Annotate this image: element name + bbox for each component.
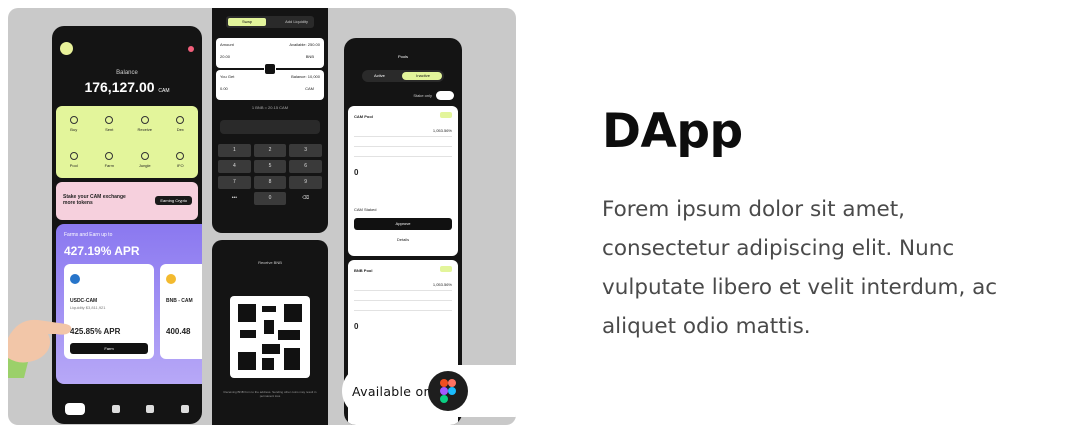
to-balance: Balance: 10,000 xyxy=(291,74,320,79)
action-ifo: IFO xyxy=(163,142,199,178)
farm-icon xyxy=(105,152,114,160)
card-title: DApp xyxy=(602,104,743,159)
dapp-card[interactable]: Balance 176,127.00 CAM Buy Sent Receive … xyxy=(0,0,1065,433)
buy-icon xyxy=(69,116,78,124)
key: 4 xyxy=(218,160,251,173)
available-on-label: Available on xyxy=(352,384,432,399)
from-label: Amount xyxy=(220,42,234,47)
dex-icon xyxy=(176,116,185,124)
from-value: 20.00 xyxy=(220,54,231,59)
receive-phone-mockup: Receive BNB Receiving BNB from to the ad… xyxy=(212,240,328,425)
stake-text: Stake your CAM exchange more tokens xyxy=(63,194,126,206)
swap-tabs: Swap Add Liquidity xyxy=(226,16,314,28)
preview-image: Balance 176,127.00 CAM Buy Sent Receive … xyxy=(8,8,516,425)
bnb-coin-icon xyxy=(166,274,176,284)
key: 1 xyxy=(218,144,251,157)
action-jungle: Jungle xyxy=(127,142,163,178)
balance-label: Balance xyxy=(116,70,138,76)
receive-icon xyxy=(140,116,149,124)
pool-badge xyxy=(440,266,452,272)
receive-note: Receiving BNB from to the address. Sendi… xyxy=(223,390,317,398)
pointing-hand-illustration xyxy=(8,319,72,378)
farm-apr: 427.19% APR xyxy=(64,244,140,258)
to-label: You Get xyxy=(220,74,235,79)
key: 2 xyxy=(253,144,287,157)
stake-banner: Stake your CAM exchange more tokens Earn… xyxy=(56,182,198,220)
from-available: Available: 250.00 xyxy=(289,42,320,47)
action-grid: Buy Sent Receive Dex Pool Farm Jungle IF… xyxy=(56,106,198,178)
pool-name: CAM Pool xyxy=(354,114,373,119)
key: 5 xyxy=(253,160,287,173)
key: ⌫ xyxy=(302,195,310,201)
number-pad: 1 2 3 4 5 6 7 8 9 ••• 0 ⌫ xyxy=(218,144,322,205)
figma-icon xyxy=(428,371,468,411)
to-token: CAM xyxy=(305,86,314,91)
pool-icon xyxy=(69,152,78,160)
action-dex: Dex xyxy=(163,106,199,142)
pool-apr: 400.48 xyxy=(166,327,191,336)
pool-apr: 1,053.56% xyxy=(432,128,452,133)
pools-tabs: Active Inactive xyxy=(362,70,444,82)
tab-swap: Swap xyxy=(228,18,266,26)
available-on-badge: Available on xyxy=(342,365,516,417)
key: 7 xyxy=(218,176,251,189)
action-sent: Sent xyxy=(92,106,128,142)
action-pool: Pool xyxy=(56,142,92,178)
notification-icon xyxy=(188,46,194,52)
pool-badge xyxy=(440,112,452,118)
pool-card: BNB - CAM 400.48 xyxy=(160,264,202,359)
pool-name: BNB Pool xyxy=(354,268,373,273)
key: 0 xyxy=(253,192,287,205)
staked-label: CAM Staked xyxy=(354,207,377,212)
home-icon xyxy=(65,403,86,415)
key: ••• xyxy=(231,195,237,201)
key: 6 xyxy=(289,160,322,173)
cam-pool-card: CAM Pool 1,053.56% 0 CAM Staked Approve … xyxy=(348,106,458,256)
settings-icon xyxy=(180,405,189,413)
action-receive: Receive xyxy=(127,106,163,142)
tab-add-liquidity: Add Liquidity xyxy=(285,19,308,24)
jungle-icon xyxy=(140,152,149,160)
action-buy: Buy xyxy=(56,106,92,142)
swap-phone-mockup: Swap Add Liquidity Amount Available: 250… xyxy=(212,8,328,233)
chart-icon xyxy=(146,405,155,413)
swap-rate: 1 BNB = 20.15 CAM xyxy=(251,105,289,110)
ifo-icon xyxy=(176,152,185,160)
earning-crypto-button: Earning Crypto xyxy=(155,196,192,205)
swap-direction-icon xyxy=(264,63,276,75)
app-logo xyxy=(60,42,73,55)
approve-button: Approve xyxy=(354,218,452,230)
card-description: Forem ipsum dolor sit amet, consectetur … xyxy=(602,197,998,339)
farm-heading: Farms and Earn up to xyxy=(64,232,113,238)
receive-title: Receive BNB xyxy=(258,260,282,265)
tab-inactive: Inactive xyxy=(416,73,430,78)
qr-code xyxy=(230,296,310,378)
key: 3 xyxy=(289,144,322,157)
flag-icon xyxy=(111,405,120,413)
send-icon xyxy=(105,116,114,124)
tab-active: Active xyxy=(374,73,385,78)
swap-button xyxy=(220,120,320,134)
stake-only-toggle xyxy=(436,91,454,100)
key: 8 xyxy=(253,176,287,189)
bottom-nav xyxy=(52,394,202,424)
stake-only-label: Stake only xyxy=(413,93,432,98)
action-farm: Farm xyxy=(92,142,128,178)
key: 9 xyxy=(289,176,322,189)
details-link: Details xyxy=(396,237,410,242)
pool-apr: 1,053.56% xyxy=(432,282,452,287)
balance-value: 176,127.00 CAM xyxy=(84,79,170,95)
to-value: 0.00 xyxy=(220,86,228,91)
usdc-coin-icon xyxy=(70,274,80,284)
farm-button: Farm xyxy=(70,343,148,354)
pool-name: BNB - CAM xyxy=(166,298,193,304)
earned-value: 0 xyxy=(354,322,359,331)
earned-value: 0 xyxy=(354,168,359,177)
pools-title: Pools xyxy=(397,54,408,59)
from-token: BNB xyxy=(305,54,314,59)
